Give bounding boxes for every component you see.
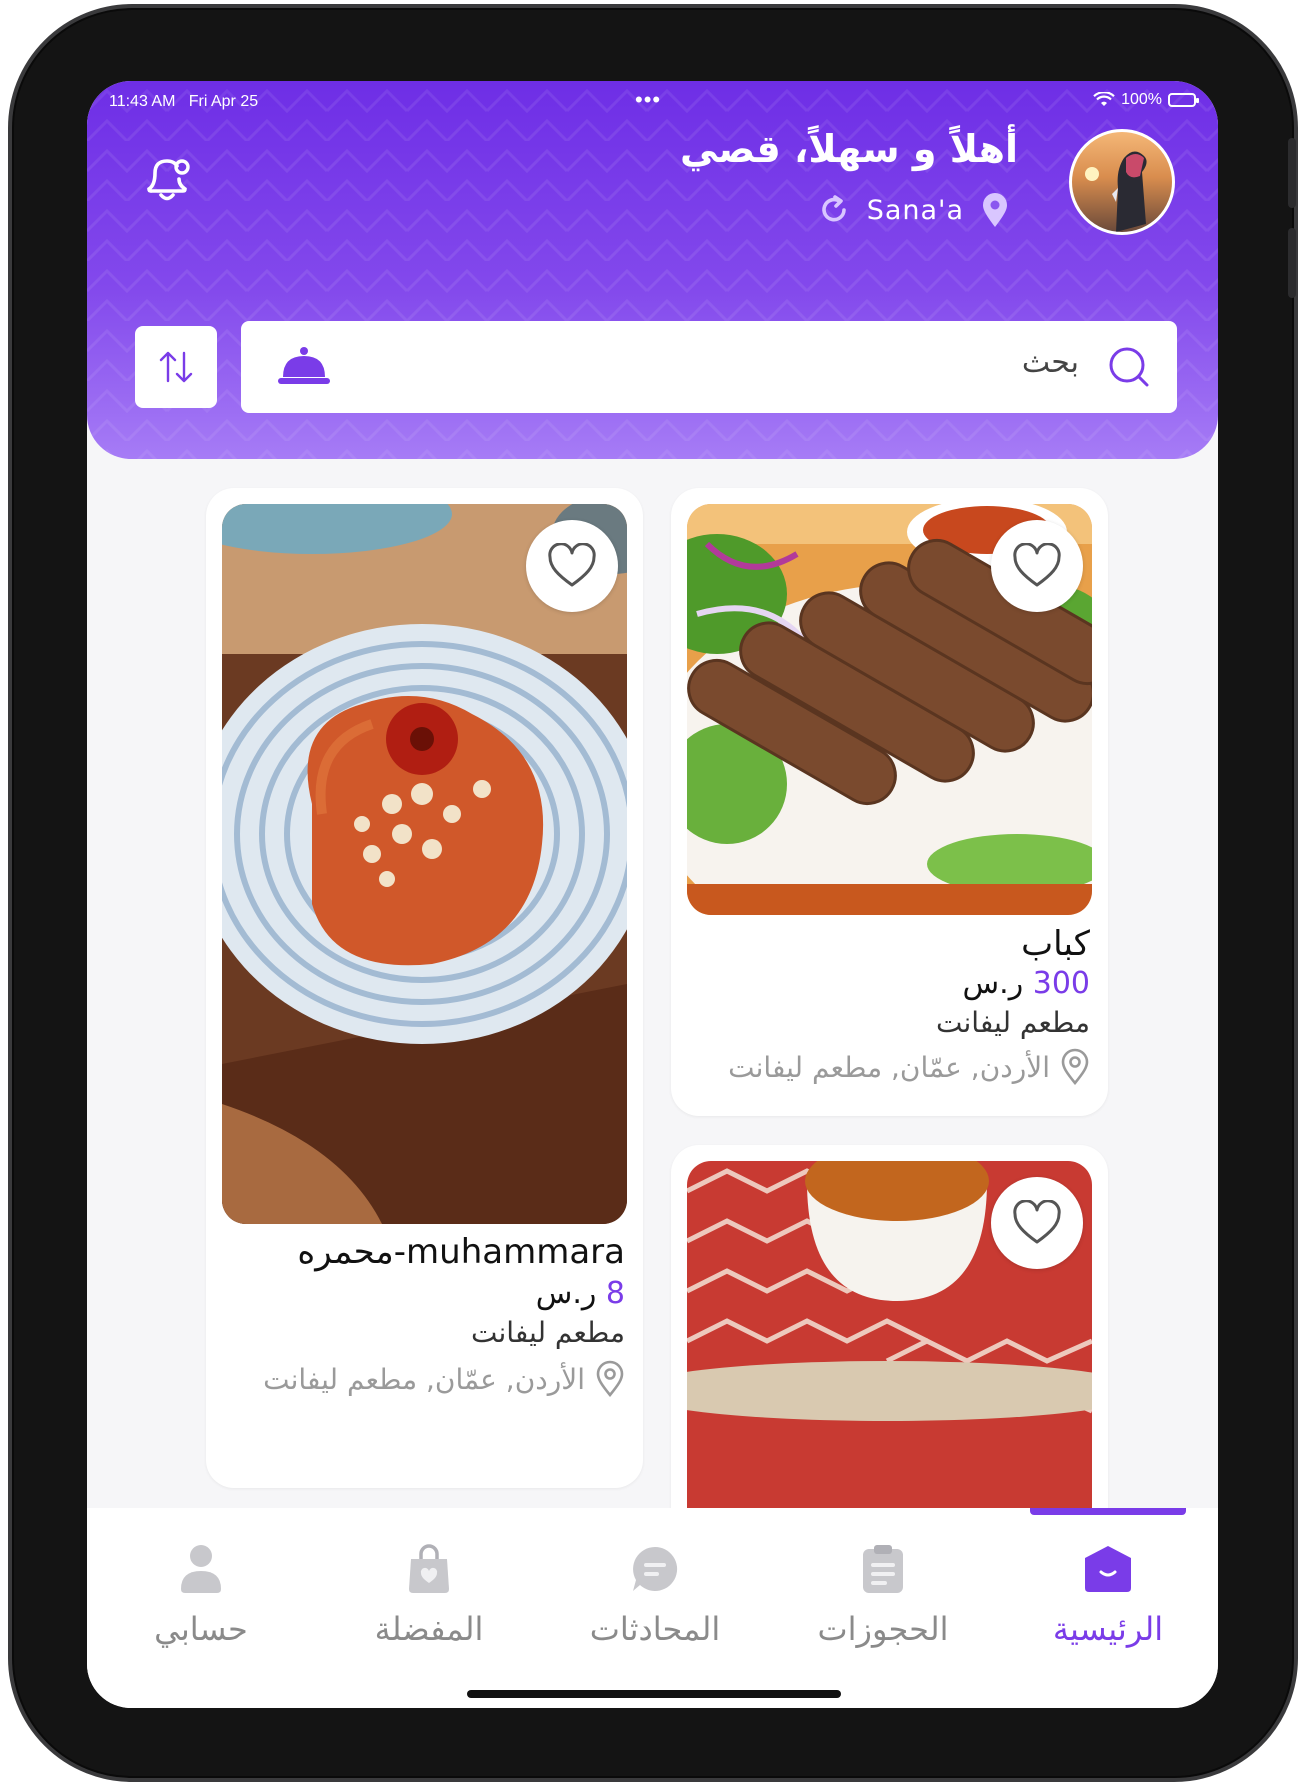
dish-title: muhammara-محمره	[297, 1232, 625, 1272]
status-date: Fri Apr 25	[188, 93, 259, 110]
status-time: 11:43 AM	[109, 93, 176, 110]
volume-button	[1288, 228, 1296, 298]
search-icon	[1109, 347, 1149, 387]
location-row[interactable]: Sana'a	[817, 191, 1010, 229]
volume-button	[1288, 138, 1296, 208]
search-input[interactable]: بحث	[241, 321, 1177, 413]
user-avatar[interactable]	[1069, 129, 1175, 235]
home-icon	[1085, 1546, 1131, 1592]
chat-icon	[633, 1546, 678, 1591]
tab-label: حسابي	[154, 1610, 248, 1648]
favorite-button[interactable]	[991, 520, 1083, 612]
wifi-icon	[1093, 92, 1115, 106]
active-tab-indicator	[1030, 1508, 1186, 1515]
dish-title: كباب	[1021, 924, 1090, 964]
heart-icon	[548, 543, 596, 587]
dish-price: 300 ر.س	[962, 966, 1090, 1001]
tab-label: المحادثات	[589, 1610, 721, 1648]
status-bar: 11:43 AM Fri Apr 25 ••• 100%	[87, 87, 1218, 117]
sort-arrows-icon	[159, 351, 193, 383]
tab-home[interactable]: الرئيسية	[1018, 1542, 1198, 1662]
sort-button[interactable]	[135, 326, 217, 408]
location-pin-icon	[1061, 1048, 1089, 1086]
dish-card[interactable]	[671, 1145, 1108, 1545]
greeting-title: أهلاً و سهلاً، قصي	[679, 127, 1018, 171]
favorite-button[interactable]	[991, 1177, 1083, 1269]
notification-bell-icon[interactable]	[137, 149, 197, 209]
battery-icon	[1168, 93, 1199, 107]
tab-label: المفضلة	[374, 1610, 484, 1648]
dish-card[interactable]: كباب 300 ر.س مطعم ليفانت الأردن, عمّان, …	[671, 488, 1108, 1116]
location-pin-icon	[983, 193, 1007, 227]
tab-label: الرئيسية	[1052, 1610, 1164, 1648]
tab-chats[interactable]: المحادثات	[565, 1542, 745, 1662]
multitask-dots[interactable]: •••	[635, 87, 661, 113]
city-name: Sana'a	[866, 194, 964, 226]
dish-price: 8 ر.س	[535, 1276, 625, 1311]
dish-card[interactable]: muhammara-محمره 8 ر.س مطعم ليفانت الأردن…	[206, 488, 643, 1488]
search-placeholder: بحث	[1021, 345, 1079, 380]
battery-percent: 100%	[1121, 91, 1162, 108]
favorite-button[interactable]	[526, 520, 618, 612]
dish-address: الأردن, عمّان, مطعم ليفانت	[728, 1048, 1090, 1086]
bottom-tab-bar: الرئيسية الحجوزات المحادثات المفضلة حساب…	[87, 1508, 1218, 1708]
app-screen: 11:43 AM Fri Apr 25 ••• 100% أهلاً و سهل…	[87, 81, 1218, 1708]
heart-icon	[1013, 543, 1061, 587]
restaurant-name: مطعم ليفانت	[471, 1316, 625, 1349]
restaurant-name: مطعم ليفانت	[936, 1006, 1090, 1039]
home-indicator[interactable]	[467, 1690, 841, 1698]
user-icon	[181, 1545, 221, 1593]
tab-account[interactable]: حسابي	[111, 1542, 291, 1662]
clipboard-icon	[863, 1545, 903, 1593]
food-cloche-icon[interactable]	[275, 345, 333, 387]
dish-address: الأردن, عمّان, مطعم ليفانت	[263, 1360, 625, 1398]
favorites-bag-icon	[409, 1544, 449, 1593]
tab-favorites[interactable]: المفضلة	[339, 1542, 519, 1662]
dish-photo	[222, 504, 627, 1224]
refresh-icon[interactable]	[817, 193, 851, 227]
heart-icon	[1013, 1200, 1061, 1244]
tab-bookings[interactable]: الحجوزات	[793, 1542, 973, 1662]
tab-label: الحجوزات	[817, 1610, 949, 1648]
header: 11:43 AM Fri Apr 25 ••• 100% أهلاً و سهل…	[87, 81, 1218, 459]
location-pin-icon	[596, 1360, 624, 1398]
